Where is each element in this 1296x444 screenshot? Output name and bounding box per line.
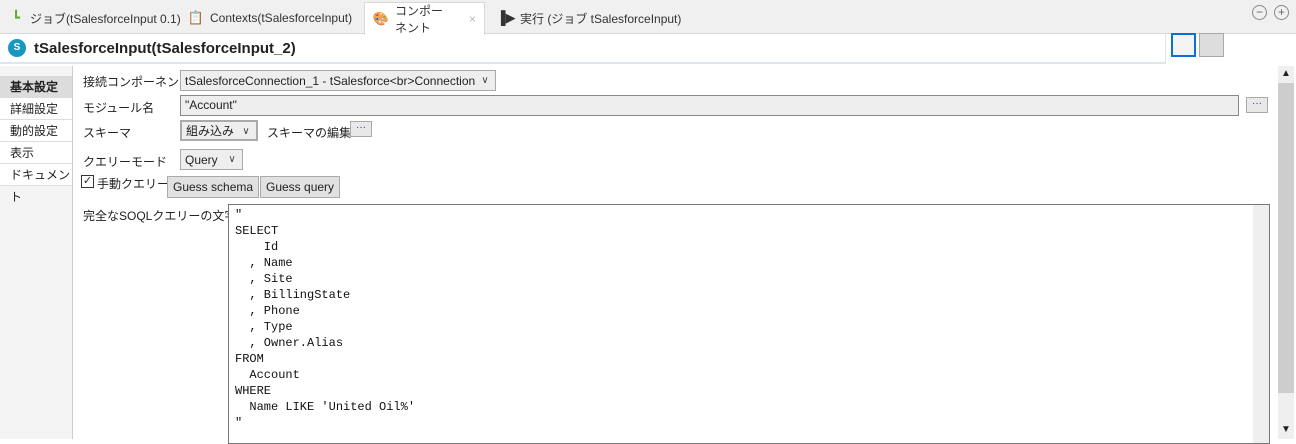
soql-label: 完全なSOQLクエリーの文字列 — [83, 209, 249, 223]
minimize-icon[interactable]: − — [1252, 5, 1267, 20]
module-label: モジュール名 — [83, 101, 155, 115]
connection-label: 接続コンポーネント — [83, 75, 192, 89]
schema-label: スキーマ — [83, 126, 132, 140]
grid-layout-icon[interactable] — [1171, 33, 1196, 57]
panel-scrollbar[interactable]: ▲ ▼ — [1278, 66, 1294, 439]
close-icon[interactable]: × — [469, 12, 476, 26]
settings-sidebar: 基本設定 詳細設定 動的設定 表示 ドキュメント — [0, 66, 73, 439]
sidebar-item-basic[interactable]: 基本設定 — [0, 76, 72, 98]
editor-tab-bar: ┗ ジョブ(tSalesforceInput 0.1) 📋 Contexts(tSa… — [0, 0, 1296, 35]
guess-query-button[interactable]: Guess query — [260, 176, 341, 198]
schema-select[interactable]: 組み込み ∨ — [180, 120, 258, 141]
sidebar-item-advanced[interactable]: 詳細設定 — [0, 98, 72, 120]
job-icon: ┗ — [12, 10, 20, 25]
scrollbar-thumb[interactable] — [1278, 83, 1294, 393]
guess-schema-button[interactable]: Guess schema — [167, 176, 260, 198]
chevron-down-icon: ∨ — [242, 126, 250, 137]
chevron-down-icon: ∨ — [228, 154, 236, 165]
soql-query-textarea[interactable]: " SELECT Id , Name , Site , BillingState… — [228, 204, 1270, 444]
sidebar-item-document[interactable]: ドキュメント — [0, 164, 72, 204]
schema-edit-button[interactable]: ··· — [350, 121, 372, 137]
module-input[interactable]: "Account" — [180, 95, 1239, 116]
chevron-up-icon[interactable]: ▲ — [1281, 68, 1291, 79]
connection-select[interactable]: tSalesforceConnection_1 - tSalesforce<br… — [180, 70, 496, 91]
run-icon: ▐▶ — [496, 10, 516, 25]
query-mode-label: クエリーモード — [83, 155, 168, 169]
page-title: tSalesforceInput(tSalesforceInput_2) — [34, 39, 296, 57]
manual-query-checkbox[interactable]: ✓ — [81, 175, 94, 188]
query-mode-select[interactable]: Query ∨ — [180, 149, 243, 170]
tab-contexts[interactable]: 📋 Contexts(tSalesforceInput) — [180, 2, 360, 34]
manual-query-label: 手動クエリー — [97, 177, 170, 191]
contexts-icon: 📋 — [187, 10, 205, 25]
sidebar-item-dynamic[interactable]: 動的設定 — [0, 120, 72, 142]
tab-component[interactable]: 🎨 コンポーネント × — [364, 2, 485, 35]
component-header: S tSalesforceInput(tSalesforceInput_2) — [0, 34, 1166, 64]
chevron-down-icon: ∨ — [481, 75, 489, 86]
tab-job[interactable]: ┗ ジョブ(tSalesforceInput 0.1) — [0, 2, 189, 34]
textarea-scrollbar[interactable] — [1253, 205, 1269, 443]
list-layout-icon[interactable] — [1199, 33, 1224, 57]
salesforce-icon: S — [8, 39, 26, 57]
maximize-icon[interactable]: + — [1274, 5, 1289, 20]
tab-run[interactable]: ▐▶ 実行 (ジョブ tSalesforceInput) — [490, 2, 689, 34]
module-browse-button[interactable]: ··· — [1246, 97, 1268, 113]
chevron-down-icon[interactable]: ▼ — [1281, 424, 1291, 435]
palette-icon: 🎨 — [372, 11, 390, 26]
schema-edit-label: スキーマの編集 — [267, 126, 352, 140]
sidebar-item-view[interactable]: 表示 — [0, 142, 72, 164]
